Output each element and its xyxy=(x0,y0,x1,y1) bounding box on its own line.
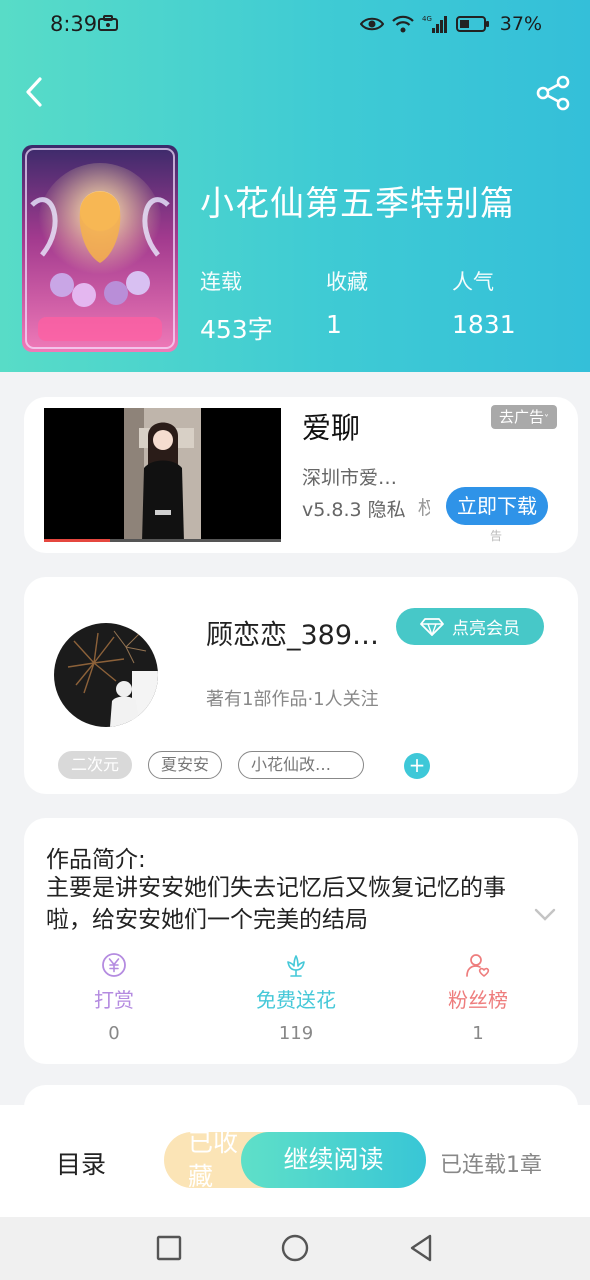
share-icon[interactable] xyxy=(534,74,572,112)
remove-ad-label: 去广告 xyxy=(498,408,544,426)
back-icon[interactable] xyxy=(404,1231,438,1265)
ad-company: 深圳市爱… xyxy=(302,467,398,489)
chevron-down-icon: ˅ xyxy=(544,414,549,425)
status-bar: 8:39 4G 37% xyxy=(0,0,590,50)
wifi-icon xyxy=(391,15,414,33)
fans-label: 粉丝榜 xyxy=(448,988,508,1012)
tag-item[interactable]: 夏安安 xyxy=(148,751,223,779)
author-meta: 著有1部作品·1人关注 xyxy=(206,689,379,710)
network-label: 4G xyxy=(422,15,432,23)
stat-favorites: 收藏 1 xyxy=(326,266,368,339)
tip-action[interactable]: 打赏 0 xyxy=(54,952,174,1044)
serial-status: 已连载1章 xyxy=(440,1153,542,1178)
author-name[interactable]: 顾恋恋_389… xyxy=(206,613,390,652)
fans-count: 1 xyxy=(472,1023,484,1044)
status-time: 8:39 xyxy=(50,12,98,36)
avatar[interactable] xyxy=(54,623,158,727)
work-profile-icon xyxy=(98,15,118,31)
cell-signal-icon: 4G xyxy=(422,15,447,33)
yen-coin-icon xyxy=(102,953,126,977)
flower-icon xyxy=(287,955,305,977)
ad-download-button[interactable]: 立即下载 xyxy=(446,487,548,525)
eye-comfort-icon xyxy=(359,17,384,31)
ad-version: v5.8.3 隐私 xyxy=(302,499,406,521)
collected-label: 已收藏 xyxy=(188,1132,239,1188)
tip-label: 打赏 xyxy=(94,988,134,1012)
home-icon[interactable] xyxy=(278,1231,312,1265)
stat-value: 453字 xyxy=(200,315,273,344)
expand-chevron-icon[interactable] xyxy=(534,908,556,922)
author-card: 顾恋恋_389… 点亮会员 著有1部作品·1人关注 二次元 夏安安 小花仙改… … xyxy=(24,577,578,794)
vip-button[interactable]: 点亮会员 xyxy=(396,608,544,645)
stat-value: 1831 xyxy=(452,310,516,339)
book-title: 小花仙第五季特别篇 xyxy=(200,184,515,224)
system-nav-bar xyxy=(0,1217,590,1280)
flower-label: 免费送花 xyxy=(256,988,336,1012)
flower-action[interactable]: 免费送花 119 xyxy=(236,952,356,1044)
intro-card: 作品简介: 主要是讲安安她们失去记忆后又恢复记忆的事啦，给安安她们一个完美的结局… xyxy=(24,818,578,1064)
ad-video-progress xyxy=(44,539,281,542)
flower-count: 119 xyxy=(278,1023,314,1044)
tag-item[interactable]: 二次元 xyxy=(58,751,133,779)
remove-ad-button[interactable]: 去广告˅ xyxy=(491,405,557,429)
tag-item[interactable]: 小花仙改… xyxy=(238,751,365,779)
ad-app-name: 爱聊 xyxy=(302,411,361,445)
status-icons: 4G 37% xyxy=(359,12,542,36)
tag-list: 二次元 夏安安 小花仙改… xyxy=(58,751,365,779)
ad-permission-text: 权限 xyxy=(418,497,430,519)
continue-reading-button[interactable]: 继续阅读 xyxy=(241,1132,426,1188)
book-cover[interactable] xyxy=(22,145,178,352)
stat-label: 连载 xyxy=(200,270,242,294)
vip-label: 点亮会员 xyxy=(452,619,520,639)
book-header: 8:39 4G 37% 小花仙第五季特别篇 连载 453字 收藏 1 人气 18… xyxy=(0,0,590,372)
fans-action[interactable]: 粉丝榜 1 xyxy=(418,952,538,1044)
stat-value: 1 xyxy=(326,310,342,339)
battery-icon xyxy=(455,16,489,32)
add-tag-icon[interactable]: + xyxy=(404,753,430,779)
fan-heart-icon xyxy=(466,954,490,977)
intro-label: 作品简介: xyxy=(46,847,146,873)
bottom-action-bar: 目录 已收藏 继续阅读 已连载1章 xyxy=(0,1105,590,1217)
stat-label: 收藏 xyxy=(326,270,368,294)
diamond-icon xyxy=(420,617,444,636)
intro-text: 主要是讲安安她们失去记忆后又恢复记忆的事啦，给安安她们一个完美的结局 xyxy=(46,875,506,933)
stat-popularity: 人气 1831 xyxy=(452,266,516,339)
tip-count: 0 xyxy=(108,1023,120,1044)
ad-card[interactable]: 爱聊 去广告˅ 深圳市爱… v5.8.3 隐私 权限 立即下载 告 xyxy=(24,397,578,553)
stat-serial: 连载 453字 xyxy=(200,266,273,346)
back-arrow-icon[interactable] xyxy=(18,74,54,110)
stat-label: 人气 xyxy=(452,270,494,294)
ad-video[interactable] xyxy=(44,408,281,542)
battery-percent: 37% xyxy=(499,13,542,35)
toc-button[interactable]: 目录 xyxy=(56,1145,106,1181)
recent-apps-icon[interactable] xyxy=(152,1231,186,1265)
ad-label: 告 xyxy=(490,529,503,543)
